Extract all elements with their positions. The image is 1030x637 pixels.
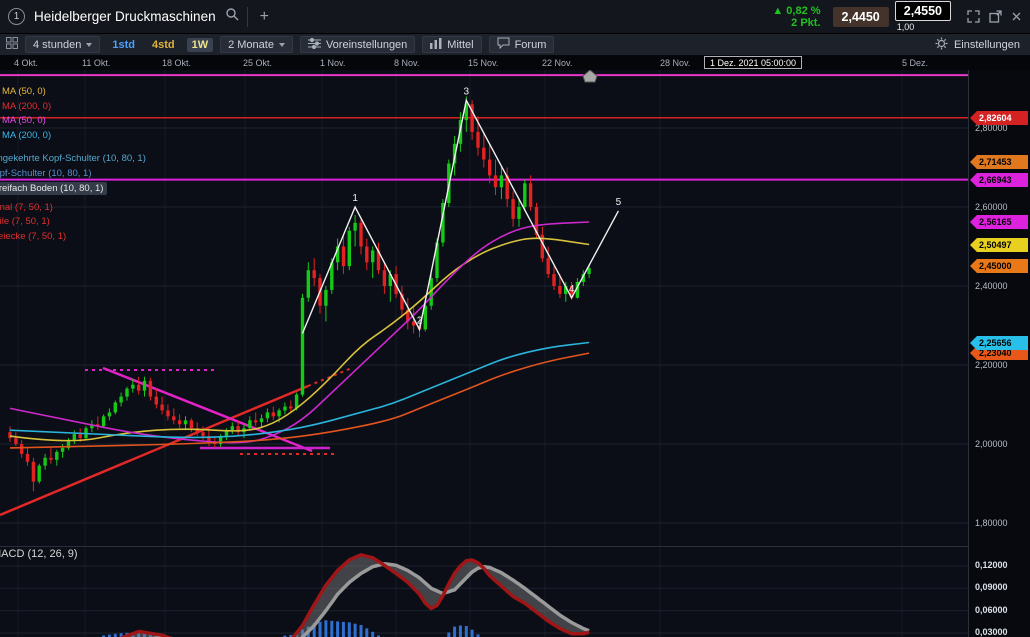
macd-axis-label: 0,09000 [975, 582, 1008, 592]
up-triangle-icon: ▲ [772, 5, 783, 17]
chevron-down-icon [86, 43, 92, 47]
date-label: 11 Okt. [82, 58, 110, 68]
ask-price[interactable]: 2,4550 [895, 1, 951, 21]
price-tag: 2,82604 [970, 111, 1028, 125]
titlebar: 1 Heidelberger Druckmaschinen + ▲ 0,82 %… [0, 0, 1030, 34]
bid-price[interactable]: 2,4450 [833, 7, 889, 27]
gear-icon [935, 37, 948, 53]
expand-icon[interactable] [967, 10, 980, 23]
chart-toolbar: 4 stunden 1std 4std 1W 2 Monate Voreinst… [0, 34, 1030, 56]
change-points: 2 Pkt. [772, 17, 820, 29]
range-dropdown-label: 2 Monate [228, 39, 274, 51]
svg-text:2: 2 [417, 315, 423, 326]
chevron-down-icon [279, 43, 285, 47]
layout-grid-icon[interactable] [6, 37, 18, 52]
macd-axis-label: 0,06000 [975, 605, 1008, 615]
date-label: 25 Okt. [243, 58, 272, 68]
widget-title: Heidelberger Druckmaschinen [34, 9, 216, 24]
chart-region: 1 Dez. 2021 05:00:00 4 Okt. 11 Okt. 18 Okt… [0, 56, 1030, 637]
date-label: 5 Dez. [902, 58, 928, 68]
divider [247, 7, 248, 27]
presets-button[interactable]: Voreinstellungen [300, 36, 415, 53]
price-tag: 2,45000 [970, 259, 1028, 273]
settings-button[interactable]: Einstellungen [935, 37, 1024, 53]
svg-text:1: 1 [352, 193, 358, 204]
price-tag: 2,50497 [970, 238, 1028, 252]
search-icon[interactable] [225, 7, 239, 26]
interval-dropdown[interactable]: 4 stunden [25, 36, 100, 53]
quote-change: ▲ 0,82 % 2 Pkt. [772, 5, 820, 29]
date-label: 4 Okt. [14, 58, 38, 68]
date-label: 1 Nov. [320, 58, 345, 68]
forum-label: Forum [515, 39, 547, 51]
interval-quick-1std[interactable]: 1std [107, 38, 140, 52]
svg-text:5: 5 [616, 197, 622, 208]
price-tag: 2,66943 [970, 173, 1028, 187]
macd-axis-label: 0,03000 [975, 627, 1008, 637]
macd-label[interactable]: MACD (12, 26, 9) [0, 548, 78, 560]
price-axis-label: 2,40000 [975, 281, 1008, 291]
macd-axis-label: 0,12000 [975, 560, 1008, 570]
candlestick-chart[interactable]: 1 2 3 4 5 [0, 70, 968, 546]
date-label: 28 Nov. [660, 58, 690, 68]
bar-chart-icon [430, 38, 442, 52]
price-axis-label: 1,80000 [975, 518, 1008, 528]
date-label: 8 Nov. [394, 58, 419, 68]
chart-widget: 1 Heidelberger Druckmaschinen + ▲ 0,82 %… [0, 0, 1030, 637]
date-axis[interactable]: 1 Dez. 2021 05:00:00 4 Okt. 11 Okt. 18 Okt… [0, 56, 1030, 70]
price-axis-label: 2,00000 [975, 439, 1008, 449]
widget-number: 1 [14, 11, 20, 22]
svg-text:3: 3 [464, 86, 470, 97]
forum-button[interactable]: Forum [489, 36, 555, 53]
crosshair-date-tooltip: 1 Dez. 2021 05:00:00 [704, 56, 802, 69]
settings-label: Einstellungen [954, 39, 1020, 51]
widget-number-badge[interactable]: 1 [8, 8, 25, 25]
svg-text:4: 4 [569, 284, 575, 295]
date-label: 22 Nov. [542, 58, 572, 68]
change-percent: 0,82 % [786, 5, 820, 17]
interval-dropdown-label: 4 stunden [33, 39, 81, 51]
mittel-button[interactable]: Mittel [422, 36, 481, 53]
date-label: 15 Nov. [468, 58, 498, 68]
close-icon[interactable] [1011, 11, 1022, 22]
interval-quick-4std[interactable]: 4std [147, 38, 180, 52]
interval-quick-1w[interactable]: 1W [187, 38, 214, 52]
price-axis-label: 2,60000 [975, 202, 1008, 212]
price-axis-label: 2,20000 [975, 360, 1008, 370]
price-tag: 2,71453 [970, 155, 1028, 169]
presets-label: Voreinstellungen [326, 39, 407, 51]
ask-size: 1,00 [895, 22, 951, 32]
mittel-label: Mittel [447, 39, 473, 51]
sliders-icon [308, 38, 321, 52]
price-tag: 2,25656 [970, 336, 1028, 350]
add-tab-button[interactable]: + [256, 9, 273, 25]
speech-bubble-icon [497, 37, 510, 52]
date-label: 18 Okt. [162, 58, 191, 68]
price-tag: 2,56165 [970, 215, 1028, 229]
popout-icon[interactable] [989, 10, 1002, 23]
range-dropdown[interactable]: 2 Monate [220, 36, 293, 53]
price-scale[interactable]: 2,800002,600002,400002,200002,000001,800… [968, 70, 1030, 637]
macd-panel[interactable] [0, 546, 968, 637]
